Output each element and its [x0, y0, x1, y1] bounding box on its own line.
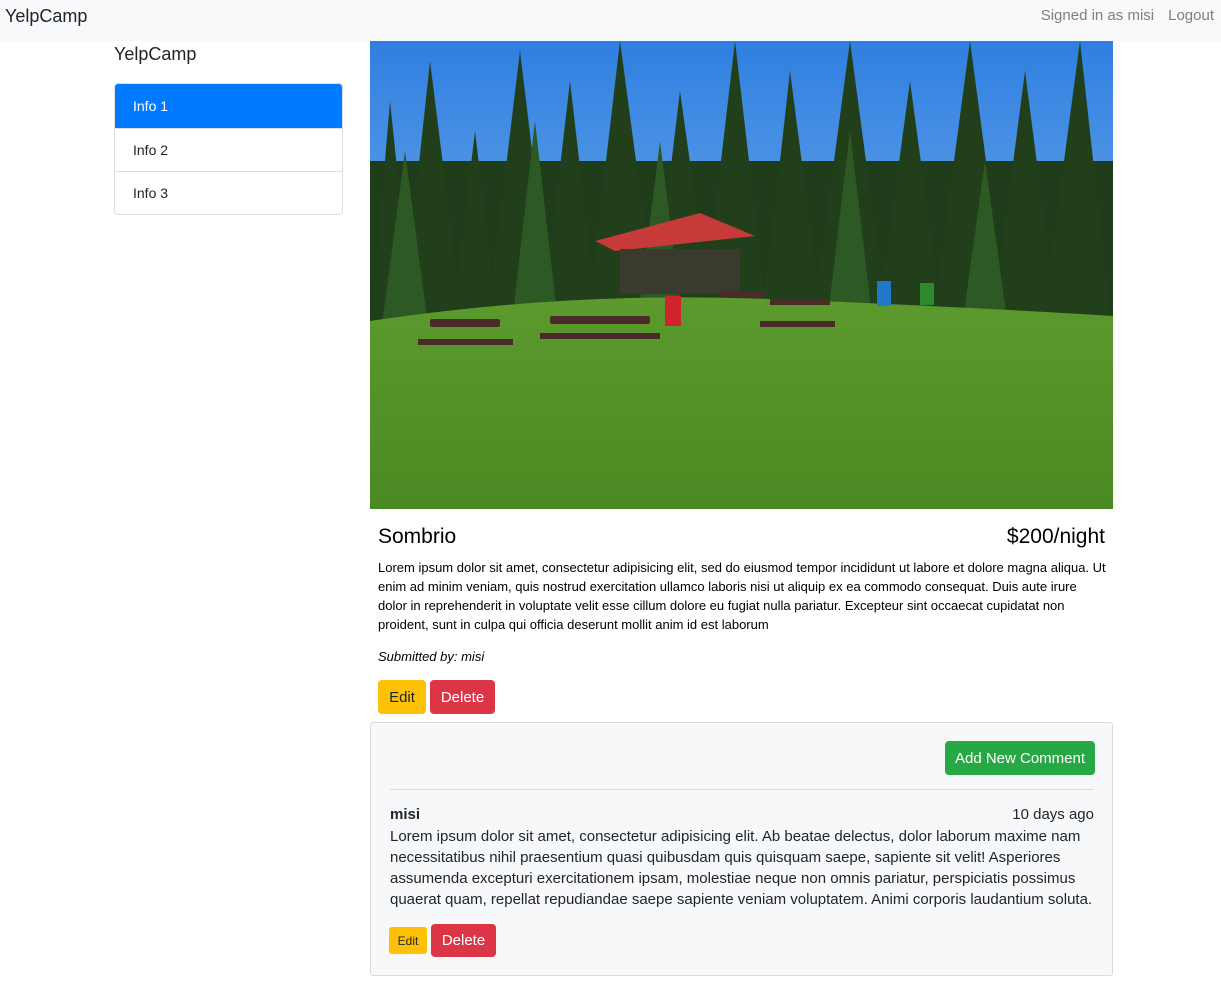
comment-author: misi: [390, 806, 421, 823]
add-comment-button[interactable]: Add New Comment: [945, 741, 1095, 775]
submitted-by: Submitted by: misi: [378, 649, 485, 664]
campground-name: Sombrio: [378, 525, 457, 548]
delete-comment-button[interactable]: Delete: [431, 924, 496, 957]
campground-image: [370, 41, 1113, 509]
comment-text: Lorem ipsum dolor sit amet, consectetur …: [390, 828, 1093, 908]
edit-comment-button[interactable]: Edit: [389, 927, 427, 954]
sidebar-list: Info 1 Info 2 Info 3: [114, 83, 343, 215]
comment-timestamp: 10 days ago: [1012, 806, 1094, 823]
sidebar-title: YelpCamp: [114, 44, 197, 64]
edit-campground-button[interactable]: Edit: [378, 680, 426, 714]
navbar: YelpCamp Signed in as misi Logout: [0, 0, 1221, 41]
signed-in-link[interactable]: Signed in as misi: [1041, 7, 1154, 25]
sidebar-item-info-1[interactable]: Info 1: [115, 84, 342, 128]
nav-right: Signed in as misi Logout: [1041, 7, 1214, 25]
sidebar-item-info-3[interactable]: Info 3: [115, 171, 342, 214]
campground-price: $200/night: [1006, 525, 1105, 548]
delete-campground-button[interactable]: Delete: [430, 680, 495, 714]
logout-link[interactable]: Logout: [1168, 7, 1214, 25]
sidebar-item-info-2[interactable]: Info 2: [115, 128, 342, 171]
comments-panel: Add New Comment misi 10 days ago Lorem i…: [370, 722, 1113, 976]
campground-description: Lorem ipsum dolor sit amet, consectetur …: [378, 560, 1106, 632]
brand-link[interactable]: YelpCamp: [5, 5, 87, 27]
comments-divider: [390, 789, 1094, 790]
